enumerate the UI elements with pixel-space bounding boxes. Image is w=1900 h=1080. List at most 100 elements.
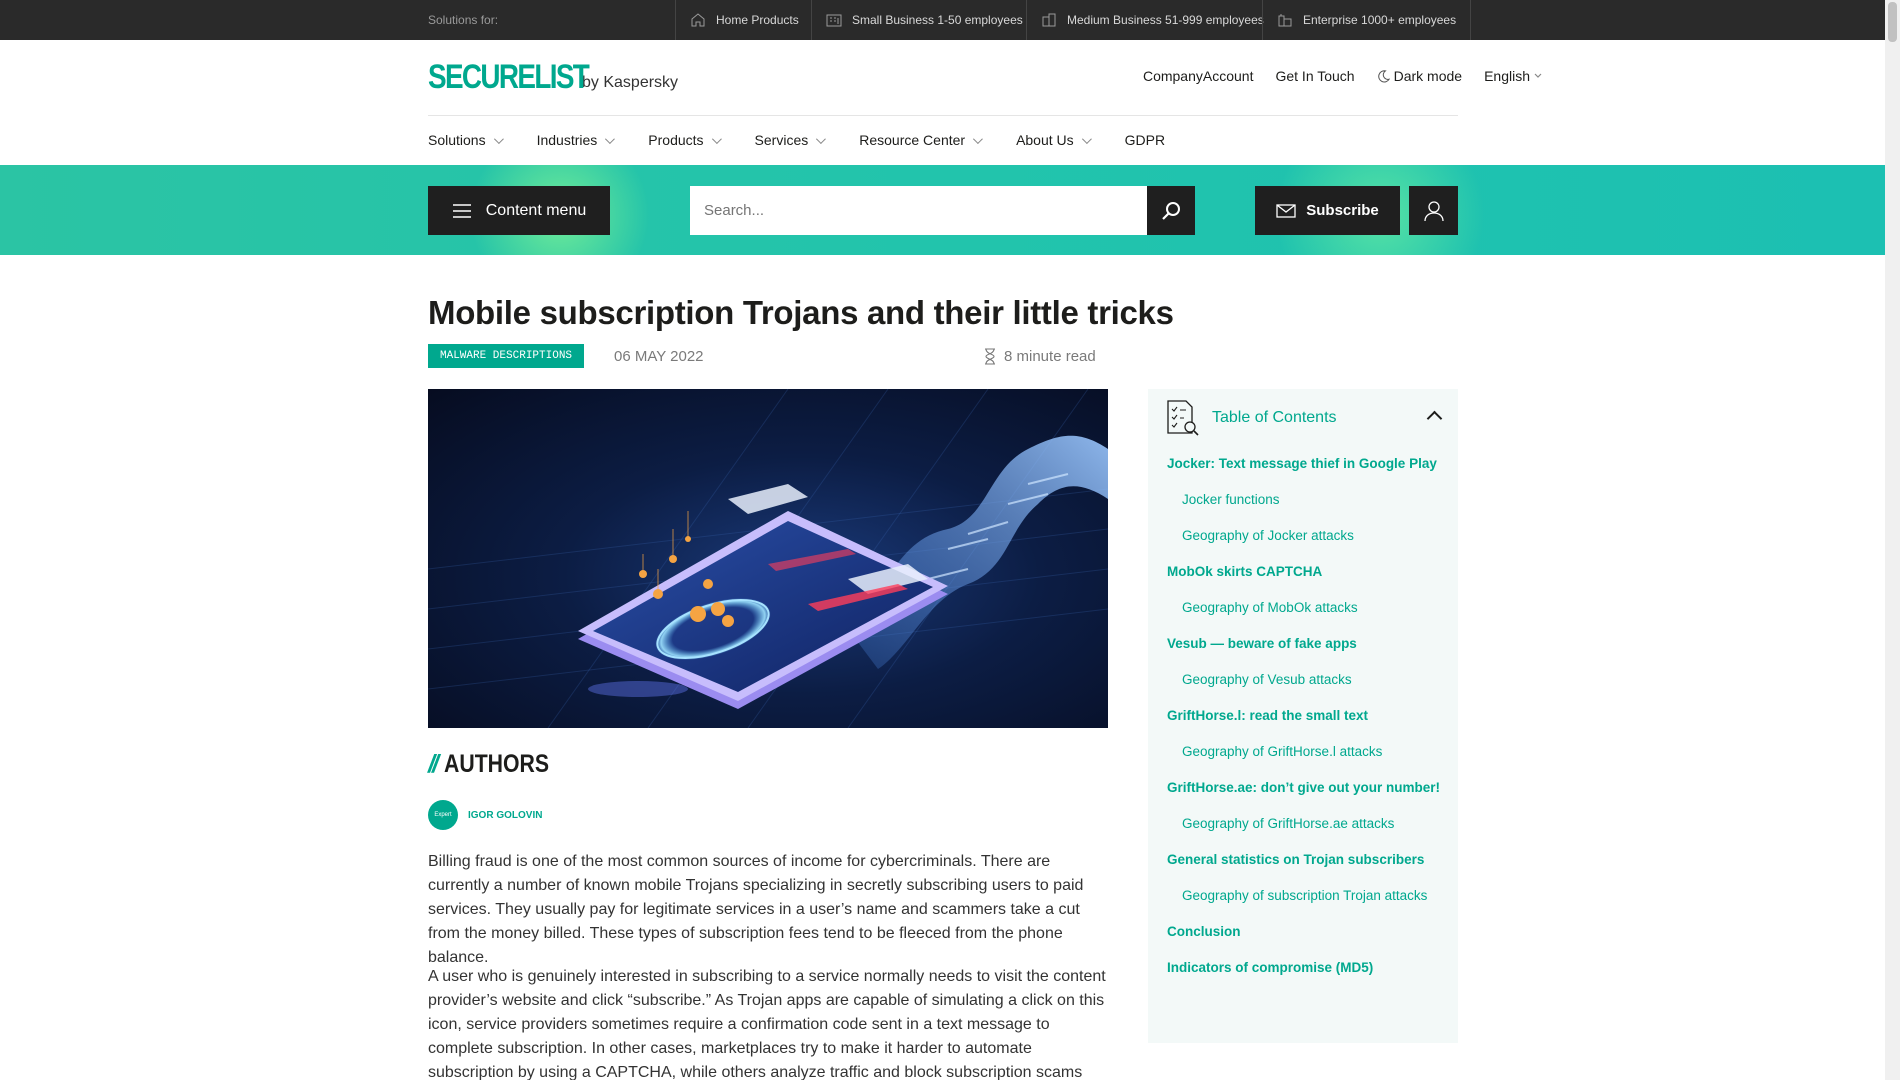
article-title: Mobile subscription Trojans and their li… [428,294,1174,331]
nav-services[interactable]: Services [754,132,827,148]
author-name: IGOR GOLOVIN [468,809,543,821]
nav-resource-center[interactable]: Resource Center [859,132,983,148]
toc-item[interactable]: MobOk skirts CAPTCHA [1167,561,1442,582]
toc-subitem[interactable]: Geography of GriftHorse.l attacks [1167,741,1442,762]
envelope-icon [1276,203,1296,218]
search-icon [1162,201,1180,220]
toc-subitem[interactable]: Jocker functions [1167,489,1442,510]
toc-item[interactable]: Vesub — beware of fake apps [1167,633,1442,654]
account-button[interactable] [1409,186,1458,235]
article-paragraph: A user who is genuinely interested in su… [428,968,1106,1080]
enterprise-icon [1278,14,1292,27]
toc-item[interactable]: Indicators of compromise (MD5) [1167,957,1442,978]
language-select[interactable]: English [1484,68,1542,84]
nav-label: Services [754,132,809,148]
nav-label: Industries [536,132,598,148]
content-menu-button[interactable]: Content menu [428,186,610,235]
logo-mark: SECURELIST [428,58,590,96]
toc-item[interactable]: GriftHorse.l: read the small text [1167,705,1442,726]
header-divider [428,115,1458,116]
scrollbar-thumb[interactable] [1888,2,1897,42]
moon-icon [1377,69,1390,82]
segment-small-business[interactable]: Small Business 1-50 employees [811,0,1037,40]
segment-enterprise[interactable]: Enterprise 1000+ employees [1262,0,1472,40]
toc-subitem[interactable]: Geography of Jocker attacks [1167,525,1442,546]
toc-item[interactable]: Jocker: Text message thief in Google Pla… [1167,453,1442,474]
page-scrollbar[interactable] [1885,0,1900,1080]
author-link[interactable]: Expert IGOR GOLOVIN [428,800,542,830]
toc-subitem[interactable]: Geography of MobOk attacks [1167,597,1442,618]
search-band: Content menu Subscribe [0,165,1885,255]
toc-title: Table of Contents [1212,409,1337,426]
segment-label: Medium Business 51-999 employees [1067,13,1264,27]
hamburger-icon [452,203,471,218]
segment-home-products[interactable]: Home Products [675,0,813,40]
language-label: English [1484,68,1530,84]
dark-mode-label: Dark mode [1393,68,1463,84]
search-input[interactable] [690,186,1147,235]
toc-item[interactable]: GriftHorse.ae: don’t give out your numbe… [1167,777,1442,798]
chevron-down-icon [1534,73,1542,78]
chevron-down-icon [711,133,722,144]
chevron-down-icon [816,133,827,144]
toc-subitem[interactable]: Geography of Vesub attacks [1167,669,1442,690]
nav-label: About Us [1016,132,1074,148]
hourglass-icon [985,348,995,365]
content-menu-label: Content menu [485,201,587,219]
home-icon [691,13,705,27]
solutions-label: Solutions for: [428,13,499,27]
chevron-up-icon [1426,410,1443,427]
nav-label: Resource Center [859,132,966,148]
segment-label: Home Products [716,13,799,27]
nav-solutions[interactable]: Solutions [428,132,504,148]
get-in-touch-link[interactable]: Get In Touch [1275,68,1354,84]
phone-illustration [428,389,1108,728]
article-hero-image [428,389,1108,728]
header-links: CompanyAccount Get In Touch Dark mode En… [1143,68,1542,84]
chevron-down-icon [973,133,983,144]
toc-toggle[interactable]: Table of Contents [1166,399,1446,437]
segment-medium-business[interactable]: Medium Business 51-999 employees [1026,0,1278,40]
buildings-icon [1042,13,1056,27]
nav-label: Solutions [428,132,486,148]
publish-date: 06 MAY 2022 [614,348,704,365]
nav-gdpr[interactable]: GDPR [1125,132,1165,148]
dark-mode-toggle[interactable]: Dark mode [1377,68,1462,84]
article-paragraph: Billing fraud is one of the most common … [428,853,1084,966]
authors-heading: // AUTHORS [428,750,568,779]
main-nav: Solutions Industries Products Services R… [428,132,1201,148]
company-account-link[interactable]: CompanyAccount [1143,68,1254,84]
securelist-logo[interactable]: SECURELIST by Kaspersky [428,58,679,96]
category-tag[interactable]: MALWARE DESCRIPTIONS [428,344,585,368]
building-icon [826,14,842,27]
toc-list: Jocker: Text message thief in Google Pla… [1167,453,1442,993]
chevron-down-icon [605,133,616,144]
authors-slashes: // [428,750,439,778]
nav-industries[interactable]: Industries [536,132,616,148]
nav-about-us[interactable]: About Us [1016,132,1092,148]
chevron-down-icon [493,133,504,144]
nav-label: Products [648,132,704,148]
read-time: 8 minute read [984,348,1096,365]
toc-subitem[interactable]: Geography of GriftHorse.ae attacks [1167,813,1442,834]
solutions-bar: Solutions for: Home Products Small Busin… [0,0,1885,40]
read-time-label: 8 minute read [1004,348,1096,365]
segment-label: Small Business 1-50 employees [852,13,1023,27]
nav-label: GDPR [1124,132,1166,148]
toc-subitem[interactable]: Geography of subscription Trojan attacks [1167,885,1442,906]
segment-label: Enterprise 1000+ employees [1303,13,1457,27]
table-of-contents: Table of Contents Jocker: Text message t… [1148,389,1458,1043]
subscribe-label: Subscribe [1306,202,1379,219]
toc-item[interactable]: General statistics on Trojan subscribers [1167,849,1442,870]
author-avatar: Expert [428,800,458,830]
subscribe-button[interactable]: Subscribe [1255,186,1400,235]
nav-products[interactable]: Products [648,132,722,148]
search-button[interactable] [1147,186,1195,235]
logo-byline: by Kaspersky [582,74,679,91]
chevron-down-icon [1081,133,1092,144]
site-header: SECURELIST by Kaspersky CompanyAccount G… [0,40,1885,165]
toc-item[interactable]: Conclusion [1167,921,1442,942]
user-icon [1423,200,1444,221]
authors-heading-label: AUTHORS [443,750,549,778]
document-search-icon [1167,400,1199,436]
